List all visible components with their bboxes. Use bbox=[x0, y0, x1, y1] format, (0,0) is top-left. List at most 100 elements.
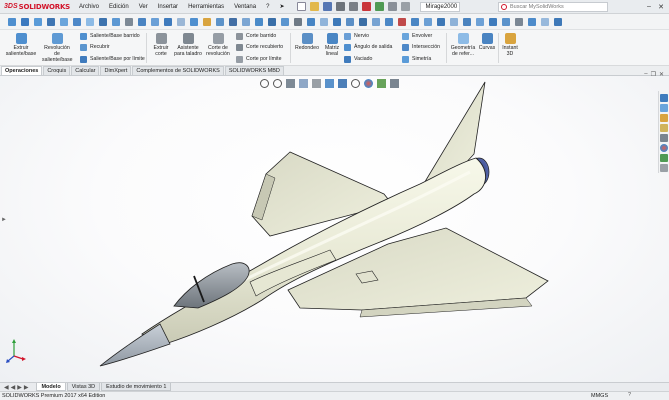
shortcut-icon-11[interactable] bbox=[137, 17, 146, 26]
menu-herramientas[interactable]: Herramientas bbox=[183, 4, 229, 10]
shortcut-icon-41[interactable] bbox=[527, 17, 536, 26]
wrap-button[interactable]: Envolver bbox=[402, 32, 432, 40]
tab-complementos[interactable]: Complementos de SOLIDWORKS bbox=[132, 66, 224, 75]
shortcut-icon-42[interactable] bbox=[540, 17, 549, 26]
shortcut-icon-35[interactable] bbox=[449, 17, 458, 26]
shortcut-icon-1[interactable] bbox=[7, 17, 16, 26]
options-gear-icon[interactable] bbox=[401, 2, 411, 11]
linear-pattern-button[interactable]: Matriz lineal bbox=[321, 33, 343, 57]
menu-help[interactable]: ? bbox=[261, 4, 274, 10]
tab-operaciones[interactable]: Operaciones bbox=[1, 66, 43, 75]
tab-vistas-3d[interactable]: Vistas 3D bbox=[66, 383, 101, 391]
shortcut-icon-14[interactable] bbox=[176, 17, 185, 26]
swept-boss-button[interactable]: Saliente/Base barrido bbox=[80, 32, 140, 40]
shortcut-icon-33[interactable] bbox=[423, 17, 432, 26]
fillet-button[interactable]: Redondeo bbox=[293, 33, 321, 51]
solidworks-logo[interactable]: 3DS SOLIDWORKS bbox=[0, 3, 74, 11]
extrude-boss-button[interactable]: Extruir saliente/base bbox=[3, 33, 39, 57]
shortcut-icon-12[interactable] bbox=[150, 17, 159, 26]
tab-modelo[interactable]: Modelo bbox=[36, 383, 66, 391]
shortcut-icon-8[interactable] bbox=[98, 17, 107, 26]
help-icon[interactable]: ? bbox=[628, 392, 631, 398]
boundary-cut-button[interactable]: Corte por límite bbox=[236, 55, 281, 63]
shortcut-icon-37[interactable] bbox=[475, 17, 484, 26]
shortcut-icon-26[interactable] bbox=[332, 17, 341, 26]
menu-ver[interactable]: Ver bbox=[134, 4, 153, 10]
open-folder-icon[interactable] bbox=[310, 2, 320, 11]
shell-button[interactable]: Vaciado bbox=[344, 55, 372, 63]
shortcut-icon-23[interactable] bbox=[293, 17, 302, 26]
lofted-boss-button[interactable]: Recubrir bbox=[80, 43, 110, 51]
extruded-cut-button[interactable]: Extruir corte bbox=[149, 33, 173, 57]
minimize-icon[interactable]: – bbox=[643, 1, 655, 12]
unit-system[interactable]: MMGS bbox=[591, 393, 608, 399]
shortcut-icon-2[interactable] bbox=[20, 17, 29, 26]
shortcut-icon-20[interactable] bbox=[254, 17, 263, 26]
shortcut-icon-7[interactable] bbox=[85, 17, 94, 26]
aircraft-model[interactable] bbox=[0, 76, 669, 382]
menu-edicion[interactable]: Edición bbox=[104, 4, 134, 10]
shortcut-icon-15[interactable] bbox=[189, 17, 198, 26]
shortcut-icon-29[interactable] bbox=[371, 17, 380, 26]
search-box[interactable]: Buscar MySolidWorks bbox=[498, 2, 608, 12]
shortcut-icon-22[interactable] bbox=[280, 17, 289, 26]
shortcut-icon-24[interactable] bbox=[306, 17, 315, 26]
shortcut-icon-13[interactable] bbox=[163, 17, 172, 26]
shortcut-icon-36[interactable] bbox=[462, 17, 471, 26]
shortcut-icon-21[interactable] bbox=[267, 17, 276, 26]
file-properties-icon[interactable] bbox=[388, 2, 398, 11]
intersect-button[interactable]: Intersección bbox=[402, 43, 440, 51]
rib-button[interactable]: Nervio bbox=[344, 32, 369, 40]
shortcut-icon-18[interactable] bbox=[228, 17, 237, 26]
print-icon[interactable] bbox=[336, 2, 346, 11]
shortcut-icon-32[interactable] bbox=[410, 17, 419, 26]
tab-dimxpert[interactable]: DimXpert bbox=[100, 66, 132, 75]
close-icon[interactable]: ✕ bbox=[655, 1, 667, 12]
shortcut-icon-5[interactable] bbox=[59, 17, 68, 26]
document-name[interactable]: Mirage2000 bbox=[420, 1, 461, 12]
shortcut-icon-34[interactable] bbox=[436, 17, 445, 26]
menu-insertar[interactable]: Insertar bbox=[153, 4, 183, 10]
rebuild-icon[interactable] bbox=[375, 2, 385, 11]
shortcut-icon-28[interactable] bbox=[358, 17, 367, 26]
shortcut-icon-43[interactable] bbox=[553, 17, 562, 26]
shortcut-icon-40[interactable] bbox=[514, 17, 523, 26]
tab-motion-study[interactable]: Estudio de movimiento 1 bbox=[101, 383, 172, 391]
shortcut-icon-31[interactable] bbox=[397, 17, 406, 26]
shortcut-icon-6[interactable] bbox=[72, 17, 81, 26]
curves-button[interactable]: Curvas bbox=[477, 33, 497, 51]
shortcut-icon-4[interactable] bbox=[46, 17, 55, 26]
menu-archivo[interactable]: Archivo bbox=[74, 4, 104, 10]
shortcut-icon-17[interactable] bbox=[215, 17, 224, 26]
mirror-button[interactable]: Simetría bbox=[402, 55, 431, 63]
tab-calcular[interactable]: Calcular bbox=[71, 66, 100, 75]
draft-button[interactable]: Ángulo de salida bbox=[344, 43, 392, 51]
shortcut-icon-10[interactable] bbox=[124, 17, 133, 26]
instant3d-button[interactable]: Instant 3D bbox=[500, 33, 520, 57]
lofted-cut-button[interactable]: Corte recubierto bbox=[236, 43, 283, 51]
revolved-cut-button[interactable]: Corte de revolución bbox=[204, 33, 232, 57]
shortcut-icon-39[interactable] bbox=[501, 17, 510, 26]
new-document-icon[interactable] bbox=[297, 2, 307, 11]
graphics-area[interactable]: – ❐ ✕ ► bbox=[0, 71, 669, 382]
shortcut-icon-25[interactable] bbox=[319, 17, 328, 26]
revolve-boss-button[interactable]: Revolución de saliente/base bbox=[42, 33, 73, 63]
pin-icon[interactable]: ➤ bbox=[274, 3, 289, 10]
select-icon[interactable] bbox=[362, 2, 372, 11]
swept-cut-button[interactable]: Corte barrido bbox=[236, 32, 276, 40]
tab-croquis[interactable]: Croquis bbox=[43, 66, 71, 75]
tab-scroll-arrows[interactable]: ◀◀▶▶ bbox=[4, 384, 30, 391]
menu-ventana[interactable]: Ventana bbox=[229, 4, 261, 10]
undo-icon[interactable] bbox=[349, 2, 359, 11]
shortcut-icon-16[interactable] bbox=[202, 17, 211, 26]
shortcut-icon-19[interactable] bbox=[241, 17, 250, 26]
shortcut-icon-3[interactable] bbox=[33, 17, 42, 26]
shortcut-icon-27[interactable] bbox=[345, 17, 354, 26]
hole-wizard-button[interactable]: Asistente para taladro bbox=[173, 33, 203, 57]
save-icon[interactable] bbox=[323, 2, 333, 11]
boundary-boss-button[interactable]: Saliente/Base por límite bbox=[80, 55, 145, 63]
tab-mbd[interactable]: SOLIDWORKS MBD bbox=[224, 66, 284, 75]
shortcut-icon-9[interactable] bbox=[111, 17, 120, 26]
shortcut-icon-30[interactable] bbox=[384, 17, 393, 26]
reference-geometry-button[interactable]: Geometría de refer... bbox=[449, 33, 477, 57]
